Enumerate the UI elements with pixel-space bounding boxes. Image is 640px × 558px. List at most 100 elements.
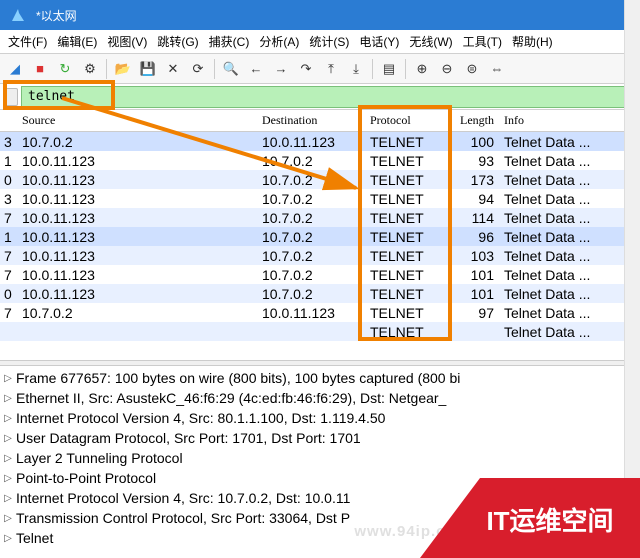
cell-protocol: TELNET (366, 324, 444, 340)
cell-info: Telnet Data ... (500, 229, 640, 245)
menu-edit[interactable]: 编辑(E) (57, 33, 97, 50)
cell-protocol: TELNET (366, 267, 444, 283)
table-row[interactable]: 710.0.11.12310.7.0.2TELNET114Telnet Data… (0, 208, 640, 227)
zoom-reset-icon[interactable]: ⊜ (461, 58, 483, 80)
restart-capture-icon[interactable]: ↻ (54, 58, 76, 80)
cell-source: 10.0.11.123 (18, 229, 258, 245)
goto-first-icon[interactable]: ⤒ (320, 58, 342, 80)
cell-source: 10.0.11.123 (18, 153, 258, 169)
cell-info: Telnet Data ... (500, 210, 640, 226)
cell-num: 7 (0, 305, 18, 321)
expand-caret-icon[interactable]: ▷ (0, 493, 16, 504)
menu-analyze[interactable]: 分析(A) (259, 33, 299, 50)
cell-length: 103 (444, 248, 500, 264)
menu-stats[interactable]: 统计(S) (309, 33, 349, 50)
menu-go[interactable]: 跳转(G) (157, 33, 198, 50)
auto-scroll-icon[interactable]: ▤ (378, 58, 400, 80)
detail-text: Internet Protocol Version 4, Src: 10.7.0… (16, 490, 350, 506)
zoom-out-icon[interactable]: ⊖ (436, 58, 458, 80)
col-source[interactable]: Source (18, 113, 258, 128)
cell-source: 10.0.11.123 (18, 286, 258, 302)
cell-protocol: TELNET (366, 210, 444, 226)
save-icon[interactable]: 💾 (137, 58, 159, 80)
cell-info: Telnet Data ... (500, 267, 640, 283)
titlebar: *以太网 (0, 0, 640, 30)
goto-last-icon[interactable]: ⤓ (345, 58, 367, 80)
table-row[interactable]: 010.0.11.12310.7.0.2TELNET173Telnet Data… (0, 170, 640, 189)
separator (106, 59, 107, 79)
col-destination[interactable]: Destination (258, 113, 366, 128)
cell-length: 114 (444, 210, 500, 226)
zoom-in-icon[interactable]: ⊕ (411, 58, 433, 80)
display-filter-input[interactable] (21, 86, 636, 108)
jump-icon[interactable]: ↷ (295, 58, 317, 80)
expand-caret-icon[interactable]: ▷ (0, 513, 16, 524)
cell-num: 3 (0, 191, 18, 207)
table-row[interactable]: 710.7.0.210.0.11.123TELNET97Telnet Data … (0, 303, 640, 322)
col-length[interactable]: Length (444, 113, 500, 128)
detail-line[interactable]: ▷Internet Protocol Version 4, Src: 80.1.… (0, 408, 640, 428)
cell-length: 93 (444, 153, 500, 169)
cell-num: 7 (0, 248, 18, 264)
detail-text: Telnet (16, 530, 53, 546)
table-row[interactable]: 710.0.11.12310.7.0.2TELNET101Telnet Data… (0, 265, 640, 284)
next-icon[interactable]: → (270, 58, 292, 80)
expand-caret-icon[interactable]: ▷ (0, 373, 16, 384)
menu-help[interactable]: 帮助(H) (512, 33, 553, 50)
col-info[interactable]: Info (500, 113, 640, 128)
cell-source: 10.7.0.2 (18, 305, 258, 321)
table-row[interactable]: 110.0.11.12310.7.0.2TELNET93Telnet Data … (0, 151, 640, 170)
detail-line[interactable]: ▷User Datagram Protocol, Src Port: 1701,… (0, 428, 640, 448)
window-title: *以太网 (36, 7, 640, 24)
cell-length: 101 (444, 286, 500, 302)
cell-protocol: TELNET (366, 153, 444, 169)
stop-capture-icon[interactable]: ■ (29, 58, 51, 80)
cell-num: 7 (0, 210, 18, 226)
reload-icon[interactable]: ⟳ (187, 58, 209, 80)
separator (372, 59, 373, 79)
cell-protocol: TELNET (366, 286, 444, 302)
cell-length: 97 (444, 305, 500, 321)
close-icon[interactable]: ✕ (162, 58, 184, 80)
prev-icon[interactable]: ← (245, 58, 267, 80)
menu-capture[interactable]: 捕获(C) (209, 33, 250, 50)
expand-caret-icon[interactable]: ▷ (0, 533, 16, 544)
expand-caret-icon[interactable]: ▷ (0, 453, 16, 464)
resize-cols-icon[interactable]: ⇔ (486, 58, 508, 80)
cell-info: Telnet Data ... (500, 305, 640, 321)
cell-length: 100 (444, 134, 500, 150)
options-icon[interactable]: ⚙ (79, 58, 101, 80)
start-capture-icon[interactable]: ◢ (4, 58, 26, 80)
cell-protocol: TELNET (366, 229, 444, 245)
table-row[interactable]: 010.0.11.12310.7.0.2TELNET101Telnet Data… (0, 284, 640, 303)
expand-caret-icon[interactable]: ▷ (0, 393, 16, 404)
filter-bookmark-icon[interactable] (4, 88, 18, 106)
table-row[interactable]: 310.0.11.12310.7.0.2TELNET94Telnet Data … (0, 189, 640, 208)
detail-text: Transmission Control Protocol, Src Port:… (16, 510, 350, 526)
col-protocol[interactable]: Protocol (366, 113, 444, 128)
packet-list[interactable]: Source Destination Protocol Length Info … (0, 110, 640, 360)
table-row[interactable]: 310.7.0.210.0.11.123TELNET100Telnet Data… (0, 132, 640, 151)
detail-line[interactable]: ▷Frame 677657: 100 bytes on wire (800 bi… (0, 368, 640, 388)
expand-caret-icon[interactable]: ▷ (0, 473, 16, 484)
table-row[interactable]: TELNETTelnet Data ... (0, 322, 640, 341)
menubar: 文件(F) 编辑(E) 视图(V) 跳转(G) 捕获(C) 分析(A) 统计(S… (0, 30, 640, 54)
menu-telephony[interactable]: 电话(Y) (359, 33, 399, 50)
expand-caret-icon[interactable]: ▷ (0, 413, 16, 424)
menu-tools[interactable]: 工具(T) (463, 33, 502, 50)
cell-source: 10.7.0.2 (18, 134, 258, 150)
detail-line[interactable]: ▷Ethernet II, Src: AsustekC_46:f6:29 (4c… (0, 388, 640, 408)
cell-destination: 10.7.0.2 (258, 267, 366, 283)
menu-wireless[interactable]: 无线(W) (409, 33, 452, 50)
table-row[interactable]: 110.0.11.12310.7.0.2TELNET96Telnet Data … (0, 227, 640, 246)
expand-caret-icon[interactable]: ▷ (0, 433, 16, 444)
table-row[interactable]: 710.0.11.12310.7.0.2TELNET103Telnet Data… (0, 246, 640, 265)
find-icon[interactable]: 🔍 (220, 58, 242, 80)
detail-line[interactable]: ▷Layer 2 Tunneling Protocol (0, 448, 640, 468)
cell-num: 1 (0, 153, 18, 169)
menu-file[interactable]: 文件(F) (8, 33, 47, 50)
detail-text: Internet Protocol Version 4, Src: 80.1.1… (16, 410, 385, 426)
open-icon[interactable]: 📂 (112, 58, 134, 80)
menu-view[interactable]: 视图(V) (107, 33, 147, 50)
detail-text: User Datagram Protocol, Src Port: 1701, … (16, 430, 361, 446)
